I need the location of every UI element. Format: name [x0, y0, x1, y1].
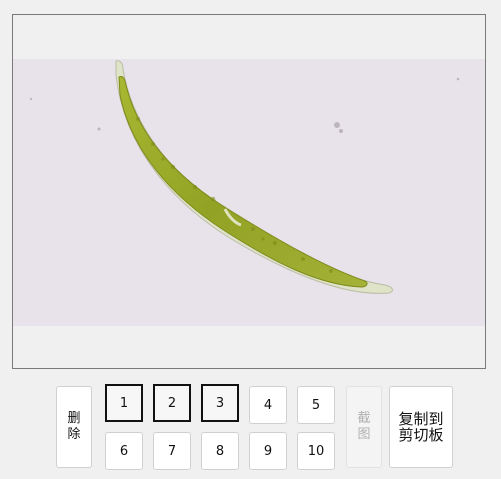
delete-button-label: 删除 — [67, 411, 81, 442]
specimen-image — [29, 60, 460, 294]
slot-10-label: 10 — [307, 443, 325, 459]
slot-3-button[interactable]: 3 — [201, 384, 239, 422]
slot-9-label: 9 — [263, 443, 273, 459]
copy-to-clipboard-button[interactable]: 复制到剪切板 — [389, 386, 453, 468]
slot-7-button[interactable]: 7 — [153, 432, 191, 470]
screenshot-button[interactable]: 截图 — [346, 386, 382, 468]
slot-2-label: 2 — [167, 395, 177, 411]
slot-4-button[interactable]: 4 — [249, 386, 287, 424]
delete-button[interactable]: 删除 — [56, 386, 92, 468]
copy-to-clipboard-label: 复制到剪切板 — [398, 410, 444, 444]
slot-1-label: 1 — [119, 395, 129, 411]
slot-8-button[interactable]: 8 — [201, 432, 239, 470]
slot-6-label: 6 — [119, 443, 129, 459]
slot-8-label: 8 — [215, 443, 225, 459]
microscope-photo — [13, 59, 485, 326]
slot-2-button[interactable]: 2 — [153, 384, 191, 422]
slot-3-label: 3 — [215, 395, 225, 411]
slot-4-label: 4 — [263, 397, 273, 413]
screenshot-button-label: 截图 — [357, 411, 371, 442]
slot-9-button[interactable]: 9 — [249, 432, 287, 470]
slot-5-label: 5 — [311, 397, 321, 413]
slot-7-label: 7 — [167, 443, 177, 459]
slot-1-button[interactable]: 1 — [105, 384, 143, 422]
slot-6-button[interactable]: 6 — [105, 432, 143, 470]
slot-10-button[interactable]: 10 — [297, 432, 335, 470]
image-viewer — [12, 14, 486, 369]
slot-5-button[interactable]: 5 — [297, 386, 335, 424]
